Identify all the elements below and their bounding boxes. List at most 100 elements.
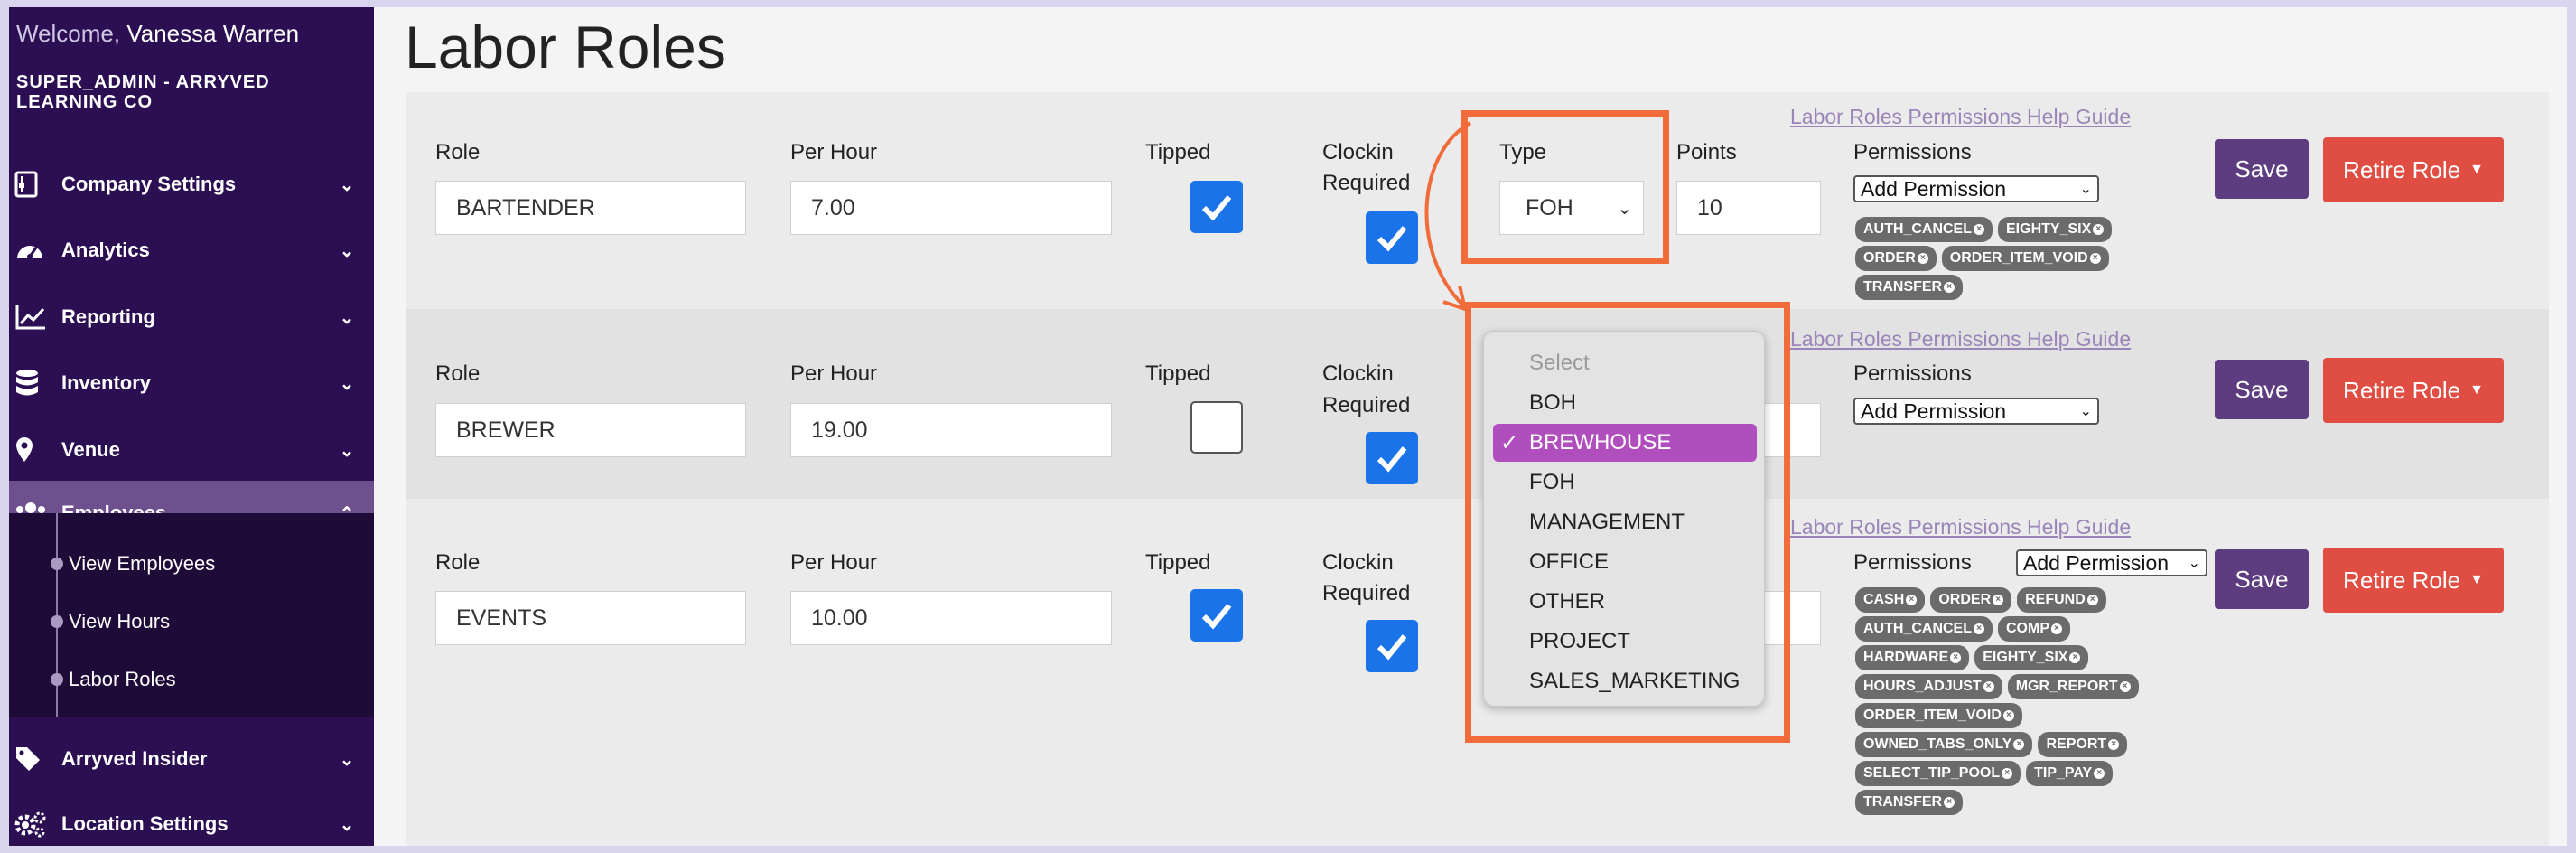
- remove-icon[interactable]: ×: [2086, 595, 2098, 605]
- line-chart-icon: [14, 301, 52, 333]
- sidebar-item-analytics[interactable]: Analytics ⌄: [9, 218, 374, 283]
- employees-submenu: View Employees View Hours Labor Roles: [9, 513, 374, 717]
- bullet-icon: [51, 673, 63, 686]
- permission-tag[interactable]: SELECT_TIP_POOL ×: [1855, 761, 2021, 786]
- permission-tag[interactable]: CASH ×: [1855, 587, 1926, 613]
- help-guide-link[interactable]: Labor Roles Permissions Help Guide: [1790, 105, 2131, 129]
- check-icon: [1377, 634, 1407, 661]
- role-label: Role: [435, 361, 481, 386]
- permission-tag[interactable]: COMP ×: [1998, 616, 2070, 642]
- tipped-checkbox[interactable]: [1190, 589, 1243, 642]
- save-button[interactable]: Save: [2215, 360, 2309, 419]
- sidebar-item-arryved-insider[interactable]: Arryved Insider ⌄: [9, 726, 374, 792]
- remove-icon[interactable]: ×: [2108, 739, 2120, 750]
- chevron-down-icon: ⌄: [339, 440, 355, 461]
- per-hour-input[interactable]: 10.00: [790, 591, 1112, 645]
- retire-role-button[interactable]: Retire Role ▼: [2323, 137, 2504, 202]
- caret-down-icon: ▼: [2469, 572, 2484, 587]
- add-permission-select[interactable]: Add Permission ⌄: [1853, 175, 2099, 202]
- remove-icon[interactable]: ×: [2089, 253, 2101, 264]
- required-label: Required: [1322, 581, 1411, 605]
- tipped-label: Tipped: [1145, 550, 1211, 575]
- remove-icon[interactable]: ×: [2013, 739, 2025, 750]
- remove-icon[interactable]: ×: [1950, 652, 1962, 663]
- permission-tag[interactable]: MGR_REPORT ×: [2007, 674, 2139, 699]
- chevron-down-icon: ⌄: [2079, 404, 2092, 419]
- permissions-label: Permissions: [1853, 361, 1972, 386]
- clockin-label: Clockin: [1322, 550, 1394, 575]
- subnav-item-view-employees[interactable]: View Employees: [9, 537, 374, 591]
- permission-tag[interactable]: REPORT ×: [2038, 732, 2128, 757]
- sidebar-item-inventory[interactable]: Inventory ⌄: [9, 351, 374, 416]
- bullet-icon: [51, 615, 63, 628]
- remove-icon[interactable]: ×: [1906, 595, 1918, 605]
- permission-tag[interactable]: ORDER_ITEM_VOID ×: [1941, 246, 2109, 271]
- remove-icon[interactable]: ×: [1917, 253, 1928, 264]
- chevron-down-icon: ⌄: [339, 814, 355, 835]
- remove-icon[interactable]: ×: [2069, 652, 2081, 663]
- permission-tag[interactable]: TIP_PAY ×: [2026, 761, 2114, 786]
- permission-tag[interactable]: OWNED_TABS_ONLY ×: [1855, 732, 2033, 757]
- permission-tag[interactable]: AUTH_CANCEL ×: [1855, 217, 1993, 242]
- permission-tag[interactable]: ORDER ×: [1930, 587, 2012, 613]
- per-hour-label: Per Hour: [790, 361, 878, 386]
- help-guide-link[interactable]: Labor Roles Permissions Help Guide: [1790, 327, 2131, 352]
- sliders-icon: [14, 168, 52, 201]
- permission-tag[interactable]: AUTH_CANCEL ×: [1855, 616, 1993, 642]
- role-input[interactable]: BARTENDER: [435, 181, 746, 235]
- permission-tag[interactable]: EIGHTY_SIX ×: [1998, 217, 2113, 242]
- chevron-down-icon: ⌄: [339, 240, 355, 261]
- per-hour-input[interactable]: 7.00: [790, 181, 1112, 235]
- remove-icon[interactable]: ×: [1944, 282, 1955, 293]
- save-button[interactable]: Save: [2215, 139, 2309, 199]
- save-button[interactable]: Save: [2215, 549, 2309, 609]
- permission-tag[interactable]: TRANSFER ×: [1855, 275, 1964, 300]
- sidebar-item-reporting[interactable]: Reporting ⌄: [9, 285, 374, 350]
- chevron-down-icon: ⌄: [339, 174, 355, 195]
- role-label: Role: [435, 140, 481, 164]
- tag-icon: [14, 743, 52, 775]
- permission-tag[interactable]: HARDWARE ×: [1855, 645, 1970, 670]
- permission-tag[interactable]: ORDER_ITEM_VOID ×: [1855, 703, 2022, 728]
- role-input[interactable]: EVENTS: [435, 591, 746, 645]
- required-label: Required: [1322, 171, 1411, 195]
- remove-icon[interactable]: ×: [1974, 224, 1984, 235]
- remove-icon[interactable]: ×: [2051, 623, 2062, 634]
- remove-icon[interactable]: ×: [1944, 797, 1955, 808]
- retire-role-button[interactable]: Retire Role ▼: [2323, 358, 2504, 423]
- annotation-arrow-icon: [1424, 121, 1471, 313]
- tipped-checkbox[interactable]: [1190, 401, 1243, 454]
- permission-tag[interactable]: ORDER ×: [1855, 246, 1937, 271]
- remove-icon[interactable]: ×: [2119, 681, 2131, 692]
- check-icon: [1201, 195, 1232, 221]
- sidebar-item-company-settings[interactable]: Company Settings ⌄: [9, 152, 374, 217]
- remove-icon[interactable]: ×: [1993, 595, 2004, 605]
- remove-icon[interactable]: ×: [2094, 768, 2105, 779]
- role-input[interactable]: BREWER: [435, 403, 746, 457]
- subnav-item-view-hours[interactable]: View Hours: [9, 595, 374, 649]
- add-permission-select[interactable]: Add Permission ⌄: [1853, 398, 2099, 425]
- remove-icon[interactable]: ×: [2002, 710, 2014, 721]
- permission-tag[interactable]: HOURS_ADJUST ×: [1855, 674, 2002, 699]
- retire-role-button[interactable]: Retire Role ▼: [2323, 548, 2504, 613]
- help-guide-link[interactable]: Labor Roles Permissions Help Guide: [1790, 515, 2131, 539]
- per-hour-input[interactable]: 19.00: [790, 403, 1112, 457]
- sidebar-item-location-settings[interactable]: Location Settings ⌄: [9, 792, 374, 846]
- points-input[interactable]: 10: [1676, 181, 1821, 235]
- clockin-label: Clockin: [1322, 140, 1394, 164]
- remove-icon[interactable]: ×: [1974, 623, 1984, 634]
- add-permission-select[interactable]: Add Permission ⌄: [2016, 549, 2207, 576]
- sidebar-item-venue[interactable]: Venue ⌄: [9, 417, 374, 483]
- permission-tag[interactable]: EIGHTY_SIX ×: [1974, 645, 2089, 670]
- check-icon: [1377, 446, 1407, 473]
- bullet-icon: [51, 558, 63, 570]
- tipped-checkbox[interactable]: [1190, 181, 1243, 233]
- clockin-checkbox[interactable]: [1366, 620, 1418, 672]
- permission-tag[interactable]: TRANSFER ×: [1855, 790, 1964, 815]
- subnav-item-labor-roles[interactable]: Labor Roles: [9, 652, 374, 707]
- clockin-checkbox[interactable]: [1366, 432, 1418, 484]
- remove-icon[interactable]: ×: [1983, 681, 1994, 692]
- permission-tag[interactable]: REFUND ×: [2017, 587, 2106, 613]
- remove-icon[interactable]: ×: [2093, 224, 2105, 235]
- remove-icon[interactable]: ×: [2002, 768, 2013, 779]
